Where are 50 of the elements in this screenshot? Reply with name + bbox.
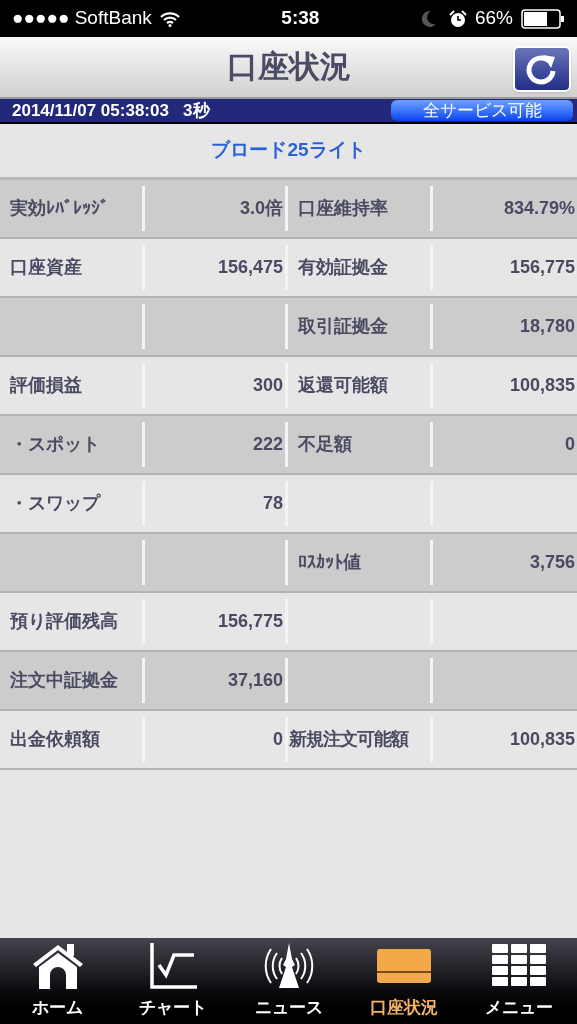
- tab-button[interactable]: ニュース: [230, 938, 347, 1024]
- field-label: 返還可能額: [298, 374, 388, 397]
- field-label: 不足額: [298, 433, 352, 456]
- tab-button[interactable]: メニュー: [461, 938, 577, 1024]
- value-text: 300: [252, 374, 283, 397]
- tab-button[interactable]: 口座状況: [346, 938, 462, 1024]
- value-text: 100,835: [509, 374, 575, 397]
- timestamp: 2014/11/07 05:38:03 3秒: [12, 99, 210, 122]
- moon-icon: [420, 9, 437, 28]
- value-text: 78: [262, 492, 283, 515]
- battery-level: 66%: [474, 6, 513, 31]
- field-label: 取引証拠金: [298, 315, 388, 338]
- field-label: 評価損益: [10, 374, 82, 397]
- value-text: 3,756: [529, 551, 575, 574]
- value-text: 37,160: [227, 669, 283, 692]
- field-label: ・スポット: [10, 433, 100, 456]
- value-text: 3.0倍: [239, 197, 283, 220]
- battery-icon: [521, 8, 565, 29]
- chart-icon: [149, 942, 198, 989]
- screen-title: 口座状況: [226, 47, 351, 86]
- field-label: 出金依頼額: [10, 728, 100, 751]
- grid-menu-icon: [492, 943, 547, 988]
- field-label: ・スワップ: [10, 492, 100, 515]
- field-label: 新規注文可能額: [289, 728, 408, 751]
- field-label: 実効ﾚﾊﾞﾚｯｼﾞ: [10, 197, 109, 220]
- value-text: 18,780: [519, 315, 575, 338]
- value-text: 0: [565, 433, 575, 456]
- refresh-button[interactable]: [513, 46, 571, 92]
- value-text: 834.79%: [503, 197, 575, 220]
- card-icon: [376, 948, 431, 983]
- clock-time: 5:38: [281, 6, 320, 31]
- field-label: 有効証拠金: [298, 256, 388, 279]
- value-text: 100,835: [509, 728, 575, 751]
- tab-button[interactable]: ホーム: [0, 938, 116, 1024]
- wifi-icon: [159, 10, 180, 27]
- value-text: 156,775: [217, 610, 283, 633]
- field-label: 口座資産: [10, 256, 82, 279]
- value-text: 156,475: [217, 256, 283, 279]
- field-label: 口座維持率: [298, 197, 388, 220]
- course-name: ブロード25ライト: [211, 138, 366, 163]
- service-status-badge: 全サービス可能: [391, 100, 573, 121]
- value-text: 0: [273, 728, 283, 751]
- field-label: 預り評価残高: [10, 610, 118, 633]
- carrier-name: ●●●●● SoftBank: [12, 6, 152, 31]
- value-text: 222: [252, 433, 283, 456]
- tab-button[interactable]: チャート: [115, 938, 231, 1024]
- value-text: 156,775: [509, 256, 575, 279]
- field-label: ﾛｽｶｯﾄ値: [298, 551, 361, 574]
- field-label: 注文中証拠金: [10, 669, 118, 692]
- alarm-icon: [448, 9, 467, 28]
